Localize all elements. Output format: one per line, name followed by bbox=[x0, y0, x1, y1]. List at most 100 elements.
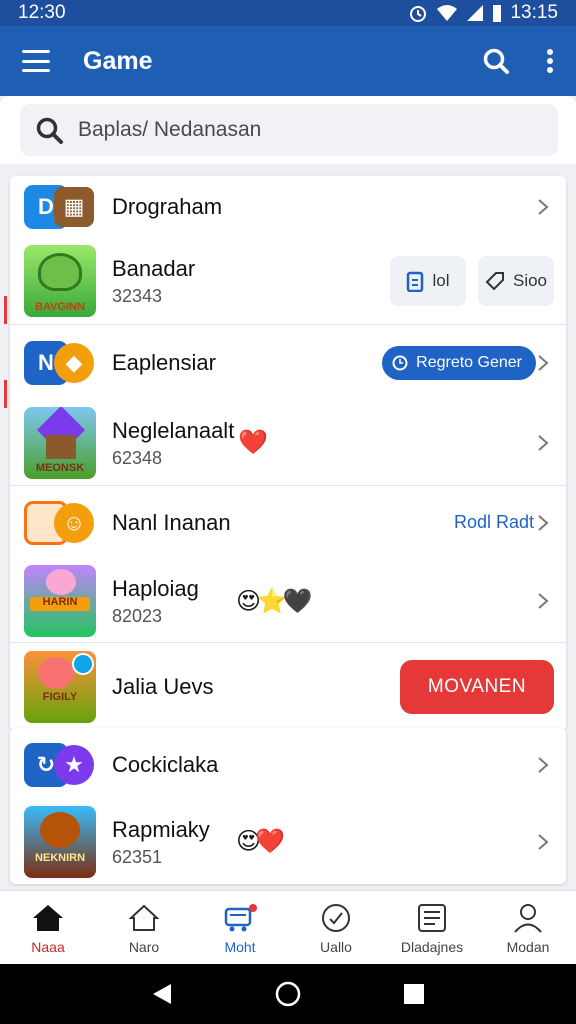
game-icon: HARIN bbox=[24, 565, 96, 637]
game-card: D ▦ Drograham BAVGINN Banadar 32343 lol … bbox=[10, 176, 566, 731]
game-icon: FIGILY bbox=[24, 651, 96, 723]
page-title: Game bbox=[83, 46, 153, 75]
game-title: Rapmiaky bbox=[112, 816, 210, 842]
section-header[interactable]: ↻ ★ Cockiclaka bbox=[10, 728, 566, 802]
app-icons: ↻ ★ bbox=[24, 743, 96, 787]
section-name: Drograham bbox=[112, 194, 223, 219]
game-icon-text: FIGILY bbox=[42, 691, 78, 703]
home-circle-icon[interactable] bbox=[274, 980, 302, 1008]
clock-icon bbox=[392, 355, 408, 371]
star-icon: ★ bbox=[54, 745, 94, 785]
nav-item-dladajnes[interactable]: Dladajnes bbox=[384, 891, 480, 964]
list-icon bbox=[418, 904, 446, 932]
status-icons: 13:15 bbox=[408, 2, 558, 24]
app-icons: N ◆ bbox=[24, 341, 96, 385]
list-item[interactable]: HARIN Haploiag 82023 😍⭐🖤 bbox=[10, 560, 566, 642]
lol-button[interactable]: lol bbox=[390, 256, 466, 306]
section-header[interactable]: N ◆ Eaplensiar Regreto Gener bbox=[10, 325, 566, 401]
app-icons: ☺ bbox=[24, 501, 96, 545]
game-icon-text: NEKNIRN bbox=[34, 852, 86, 864]
list-item[interactable]: MEONSK Neglelanaalt 62348 ❤️ bbox=[10, 401, 566, 485]
sioo-button[interactable]: Sioo bbox=[478, 256, 554, 306]
cart-icon bbox=[224, 904, 257, 932]
app-bar: Game bbox=[0, 26, 576, 96]
sioo-label: Sioo bbox=[512, 271, 548, 290]
side-marker bbox=[4, 296, 7, 324]
status-time-right: 13:15 bbox=[510, 2, 558, 23]
app-icons: D ▦ bbox=[24, 185, 96, 229]
user-icon bbox=[514, 904, 542, 933]
nav-item-uallo[interactable]: Uallo bbox=[288, 891, 384, 964]
nav-label: Modan bbox=[506, 939, 550, 955]
list-item[interactable]: BAVGINN Banadar 32343 lol Sioo bbox=[10, 238, 566, 324]
section-name: Cockiclaka bbox=[112, 752, 219, 777]
back-icon[interactable] bbox=[151, 982, 173, 1006]
tag-icon bbox=[485, 272, 504, 291]
home-outline-icon bbox=[128, 904, 160, 931]
chevron-right-icon[interactable] bbox=[534, 434, 552, 452]
recents-icon[interactable] bbox=[403, 983, 425, 1005]
chevron-right-icon[interactable] bbox=[534, 514, 552, 532]
search-icon[interactable] bbox=[482, 47, 510, 75]
section-header[interactable]: D ▦ Drograham bbox=[10, 176, 566, 238]
chevron-right-icon[interactable] bbox=[534, 833, 552, 851]
chevron-right-icon[interactable] bbox=[534, 756, 552, 774]
chevron-right-icon[interactable] bbox=[534, 198, 552, 216]
chevron-right-icon[interactable] bbox=[534, 592, 552, 610]
nav-label: Naro bbox=[128, 939, 160, 955]
search-icon bbox=[36, 117, 63, 144]
section-link[interactable]: Rodl Radt bbox=[454, 512, 534, 533]
status-bar: 12:30 13:15 bbox=[0, 0, 576, 26]
game-icon: NEKNIRN bbox=[24, 806, 96, 878]
wifi-icon bbox=[437, 5, 458, 21]
status-time-left: 12:30 bbox=[18, 2, 66, 23]
home-filled-icon bbox=[33, 905, 63, 931]
register-label: Regreto Gener bbox=[416, 354, 522, 371]
search-input[interactable]: Baplas/ Nedanasan bbox=[20, 104, 558, 156]
game-title: Haploiag bbox=[112, 575, 199, 601]
movanen-button[interactable]: MOVANEN bbox=[400, 660, 554, 714]
system-navigation bbox=[0, 964, 576, 1024]
game-icon-text: MEONSK bbox=[35, 462, 85, 474]
clipboard-icon bbox=[407, 271, 424, 292]
nav-item-modan[interactable]: Modan bbox=[480, 891, 576, 964]
treasure-chest-icon: ▦ bbox=[54, 187, 94, 227]
reaction-icons: 😍⭐🖤 bbox=[236, 588, 313, 615]
heart-icon: ❤️ bbox=[238, 429, 268, 456]
reaction-icons: 😍❤️ bbox=[236, 828, 285, 855]
list-item[interactable]: NEKNIRN Rapmiaky 62351 😍❤️ bbox=[10, 802, 566, 882]
lol-label: lol bbox=[432, 271, 450, 290]
nav-label: Moht bbox=[224, 939, 256, 955]
more-vert-icon[interactable] bbox=[546, 48, 554, 74]
menu-icon[interactable] bbox=[22, 50, 50, 72]
register-game-button[interactable]: Regreto Gener bbox=[382, 346, 536, 380]
list-item[interactable]: FIGILY Jalia Uevs MOVANEN bbox=[10, 643, 566, 731]
search-container: Baplas/ Nedanasan bbox=[0, 96, 576, 164]
chevron-right-icon[interactable] bbox=[534, 354, 552, 372]
game-title: Neglelanaalt bbox=[112, 417, 235, 443]
alarm-icon bbox=[410, 6, 427, 22]
battery-icon bbox=[493, 5, 502, 22]
game-number: 62351 bbox=[112, 846, 163, 867]
game-icon: BAVGINN bbox=[24, 245, 96, 317]
side-marker bbox=[4, 380, 7, 408]
shield-icon: ◆ bbox=[54, 343, 94, 383]
game-card: ↻ ★ Cockiclaka NEKNIRN Rapmiaky 62351 😍❤… bbox=[10, 728, 566, 884]
signal-icon bbox=[467, 5, 484, 21]
section-header[interactable]: ☺ Nanl Inanan Rodl Radt bbox=[10, 486, 566, 560]
game-number: 82023 bbox=[112, 605, 163, 626]
game-number: 62348 bbox=[112, 447, 163, 468]
nav-item-moht[interactable]: Moht bbox=[192, 891, 288, 964]
clock-icon bbox=[322, 904, 350, 932]
search-placeholder: Baplas/ Nedanasan bbox=[78, 118, 262, 141]
nav-label: Naaa bbox=[31, 939, 65, 955]
game-icon-text: BAVGINN bbox=[35, 301, 85, 313]
nav-item-naro[interactable]: Naro bbox=[96, 891, 192, 964]
nav-label: Uallo bbox=[320, 939, 352, 955]
game-icon-text: HARIN bbox=[42, 596, 78, 608]
bottom-navigation: Naaa Naro Moht Uallo Dladajnes Modan bbox=[0, 890, 576, 964]
game-icon: MEONSK bbox=[24, 407, 96, 479]
nav-label: Dladajnes bbox=[400, 939, 464, 955]
nav-item-naaa[interactable]: Naaa bbox=[0, 891, 96, 964]
smiley-icon: ☺ bbox=[54, 503, 94, 543]
